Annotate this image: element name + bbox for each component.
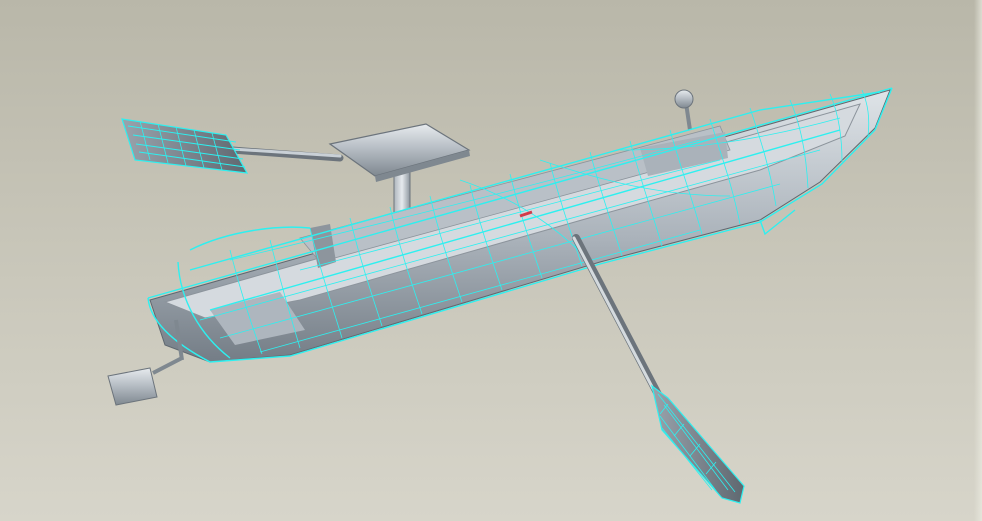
cad-3d-viewport[interactable] — [0, 0, 982, 521]
left-oar-blade[interactable] — [121, 118, 249, 174]
right-oar-blade[interactable] — [651, 384, 745, 504]
viewport-edge — [974, 0, 982, 521]
model-canvas[interactable] — [0, 0, 982, 521]
rudder-plate[interactable] — [107, 367, 158, 406]
left-oar[interactable] — [121, 118, 344, 174]
right-oar[interactable] — [572, 234, 745, 504]
control-knob[interactable] — [674, 89, 694, 131]
hull-body[interactable] — [149, 89, 891, 363]
